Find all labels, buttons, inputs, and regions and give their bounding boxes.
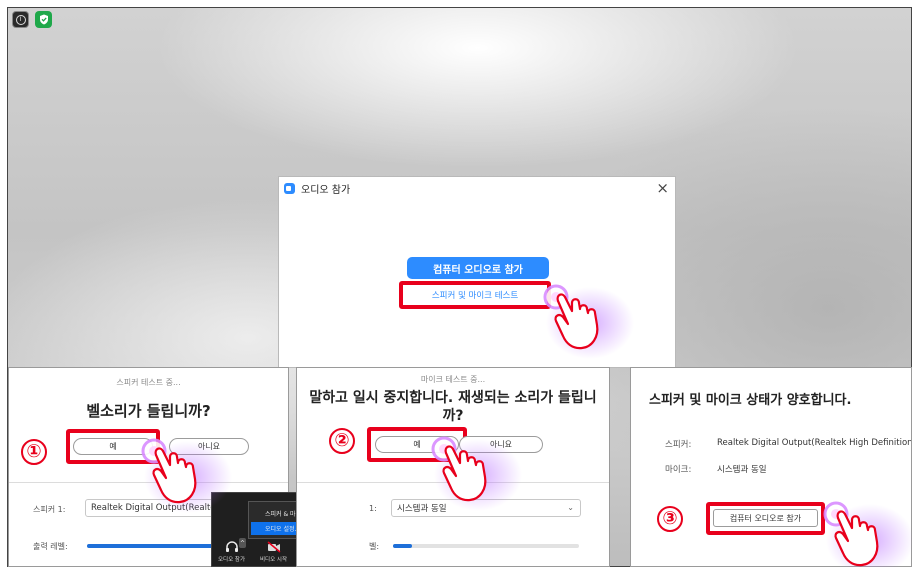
meeting-status-icons: i: [12, 11, 52, 28]
speaker-value: Realtek Digital Output(Realtek High Defi…: [717, 438, 912, 448]
microphone-value: 시스템과 동일: [717, 465, 767, 475]
dialog-titlebar: 오디오 참가: [279, 177, 675, 199]
output-level-label: 출력 레벨:: [33, 542, 68, 551]
panel-caption: 마이크 테스트 중...: [420, 375, 486, 384]
hand-pointer-icon: [140, 435, 232, 513]
join-computer-audio-button[interactable]: 컴퓨터 오디오로 참가: [713, 509, 818, 527]
panel-caption: 스피커 테스트 중...: [116, 378, 181, 387]
join-audio-label: 오디오 참가: [218, 557, 246, 563]
speaker-label: 스피커 1:: [33, 505, 66, 514]
chevron-down-icon: ⌄: [567, 503, 574, 512]
join-computer-audio-button[interactable]: 컴퓨터 오디오로 참가: [407, 257, 549, 279]
close-icon[interactable]: ×: [656, 179, 669, 197]
microphone-label: 마이크:: [665, 465, 692, 475]
hand-pointer-icon: [822, 498, 912, 567]
hand-pointer-icon: [430, 433, 522, 511]
speaker-label: 스피커:: [665, 440, 692, 450]
input-level-meter: [393, 544, 579, 548]
headphones-icon: [225, 541, 238, 552]
zoom-logo-icon: [284, 182, 295, 194]
panel-question-line1: 말하고 일시 중지합니다. 재생되는 소리가 들립니: [309, 390, 597, 406]
info-icon[interactable]: i: [12, 11, 29, 28]
hand-pointer-icon: [542, 281, 634, 359]
dialog-title: 오디오 참가: [301, 184, 351, 196]
panel-question: 벨소리가 들립니까?: [86, 402, 211, 420]
start-video-label: 비디오 시작: [260, 557, 288, 563]
panel-title: 스피커 및 마이크 상태가 양호합니다.: [649, 393, 852, 408]
input-level-fill: [393, 544, 412, 548]
panel-question-line2: 까?: [442, 408, 464, 424]
microphone-label: 1:: [369, 504, 377, 513]
shield-icon[interactable]: [35, 11, 52, 28]
video-off-icon: [267, 541, 281, 553]
start-video-button[interactable]: 비디오 시작: [260, 541, 287, 563]
step-number: ②: [329, 428, 355, 454]
audio-options-caret[interactable]: ^: [239, 538, 246, 548]
input-level-label: 벨:: [369, 542, 380, 551]
highlight-box: 스피커 및 마이크 테스트: [399, 281, 551, 309]
step-number: ①: [21, 439, 47, 465]
step-number: ③: [657, 506, 683, 532]
test-speaker-mic-link[interactable]: 스피커 및 마이크 테스트: [432, 289, 518, 301]
